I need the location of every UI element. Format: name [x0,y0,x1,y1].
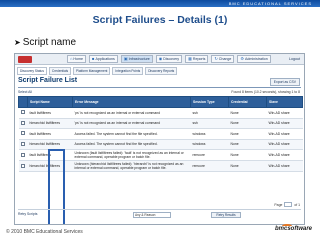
page-title: Script Failure List [18,77,78,84]
nav-label: Discovery [163,57,180,61]
logout-link[interactable]: Logout [289,57,300,61]
session-type-cell: remcore [190,160,229,172]
table-row: hierarchicl listfiltrees 'ps' is not rec… [18,118,303,129]
select-all-link[interactable]: Select All [18,90,32,94]
row-checkbox[interactable] [20,110,25,115]
credential-cell[interactable]: None [228,160,267,172]
error-message-cell: Unknown (hierarchicl listfiltrees failed… [72,160,191,172]
subtab-discovery-status[interactable]: Discovery Status [17,67,47,75]
page-of-label: of 1 [294,202,300,207]
home-icon: ⌂ [70,56,73,61]
change-icon: ↻ [214,56,218,61]
page-label: Page [274,202,283,207]
retry-scripts-label: Retry Scripts [18,212,38,216]
banner-text: BMC EDUCATIONAL SERVICES [228,1,312,6]
row-checkbox[interactable] [20,120,25,125]
row-checkbox[interactable] [20,163,25,168]
credential-cell[interactable]: None [228,139,267,150]
nav-label: Administration [244,57,268,61]
slave-cell[interactable]: Win-AD share [266,118,303,129]
session-type-cell: remcore [190,149,229,161]
col-error-message[interactable]: Error Message [72,96,191,108]
table-row: fault listfiltrees 'ps' is not recognize… [18,107,303,119]
session-type-cell: windows [190,139,229,150]
table-header-row: Script Name Error Message Session Type C… [18,96,303,108]
discovery-icon: ◉ [158,56,163,61]
pagination: Page of 1 [274,202,300,207]
nav-label: Change [218,57,232,61]
row-checkbox[interactable] [20,152,25,157]
nav-infrastructure[interactable]: ▣ Infrastructure [120,55,153,63]
slave-cell[interactable]: Win-AD share [266,139,303,150]
title-divider [18,87,301,88]
col-script-name[interactable]: Script Name [27,96,73,108]
slave-cell[interactable]: Win-AD share [266,128,303,140]
arrow-bullet-icon: ➤ [14,38,21,47]
results-summary: Found 8 items (10.2 seconds), showing 1 … [231,90,300,94]
session-type-cell: ssh [190,107,229,119]
script-name-cell[interactable]: hierarchicl listfiltrees [27,139,73,150]
main-nav: ⌂ Home ■ Applications ▣ Infrastructure ◉ Dis… [67,55,271,63]
checkbox-header [18,96,28,108]
app-screenshot: ⌂ Home ■ Applications ▣ Infrastructure ◉ Dis… [14,53,305,225]
nav-label: Reports [192,57,206,61]
nav-label: Applications [95,57,115,61]
nav-administration[interactable]: ⚙ Administration [237,55,271,63]
credential-cell[interactable]: None [228,128,267,140]
nav-label: Infrastructure [128,57,150,61]
export-csv-button[interactable]: Export as CSV [269,78,300,86]
subtab-credentials[interactable]: Credentials [48,67,72,75]
col-session-type[interactable]: Session Type [190,96,229,108]
credential-cell[interactable]: None [228,107,267,119]
slave-cell[interactable]: Win-AD share [266,149,303,161]
nav-label: Home [73,57,84,61]
slide-title: Script Failures – Details (1) [92,14,228,26]
slave-cell[interactable]: Win-AD share [266,160,303,172]
bullet-item: ➤ Script name [14,37,76,48]
session-type-cell: windows [190,128,229,140]
col-slave[interactable]: Slave [266,96,303,108]
retry-results-button[interactable]: Retry Results [211,212,241,218]
session-type-cell: ssh [190,118,229,129]
nav-change[interactable]: ↻ Change [211,55,235,63]
credential-cell[interactable]: None [228,118,267,129]
copyright-text: © 2010 BMC Educational Services [6,229,83,235]
bmc-logo: bmcsoftware [274,226,312,232]
app-logo [18,56,32,63]
subtab-platform-management[interactable]: Platform Management [73,67,111,75]
footer-divider [18,209,301,210]
script-name-cell[interactable]: hierarchicl listfiltrees [27,118,73,129]
infrastructure-icon: ▣ [123,56,128,61]
error-message-cell: Access failed. The system cannot find th… [72,139,191,150]
col-credential[interactable]: Credential [228,96,267,108]
sub-tabs: Discovery Status Credentials Platform Ma… [17,67,178,75]
retry-filter-select[interactable]: Any & Reason [133,212,171,218]
nav-reports[interactable]: ▦ Reports [185,55,209,63]
subtab-integration-points[interactable]: Integration Points [112,67,144,75]
error-message-cell: Access failed. The system cannot find th… [72,128,191,140]
error-message-cell: 'ps' is not recognized as an internal or… [72,107,191,119]
applications-icon: ■ [92,56,95,61]
administration-icon: ⚙ [240,56,244,61]
script-name-cell[interactable]: fault listfiltrees [27,107,73,119]
bullet-text: Script name [22,37,77,48]
slave-cell[interactable]: Win-AD share [266,107,303,119]
subtab-discovery-reports[interactable]: Discovery Reports [145,67,178,75]
app-topbar: ⌂ Home ■ Applications ▣ Infrastructure ◉ Dis… [15,54,304,65]
script-name-cell[interactable]: fault listfiltrees [27,128,73,140]
credential-cell[interactable]: None [228,149,267,161]
reports-icon: ▦ [188,56,192,61]
top-banner: BMC EDUCATIONAL SERVICES [0,0,320,7]
error-message-cell: Unknown (fault listfiltrees failed): 'fa… [72,149,191,161]
table-row: hierarchicl listfiltrees Access failed. … [18,139,303,150]
script-name-highlight-box [48,149,65,224]
nav-home[interactable]: ⌂ Home [67,55,87,63]
nav-discovery[interactable]: ◉ Discovery [155,55,183,63]
table-row: fault listfiltrees Access failed. The sy… [18,128,303,140]
error-message-cell: 'ps' is not recognized as an internal or… [72,118,191,129]
row-checkbox[interactable] [20,141,25,146]
row-checkbox[interactable] [20,131,25,136]
nav-applications[interactable]: ■ Applications [89,55,118,63]
page-number-input[interactable] [284,202,293,207]
